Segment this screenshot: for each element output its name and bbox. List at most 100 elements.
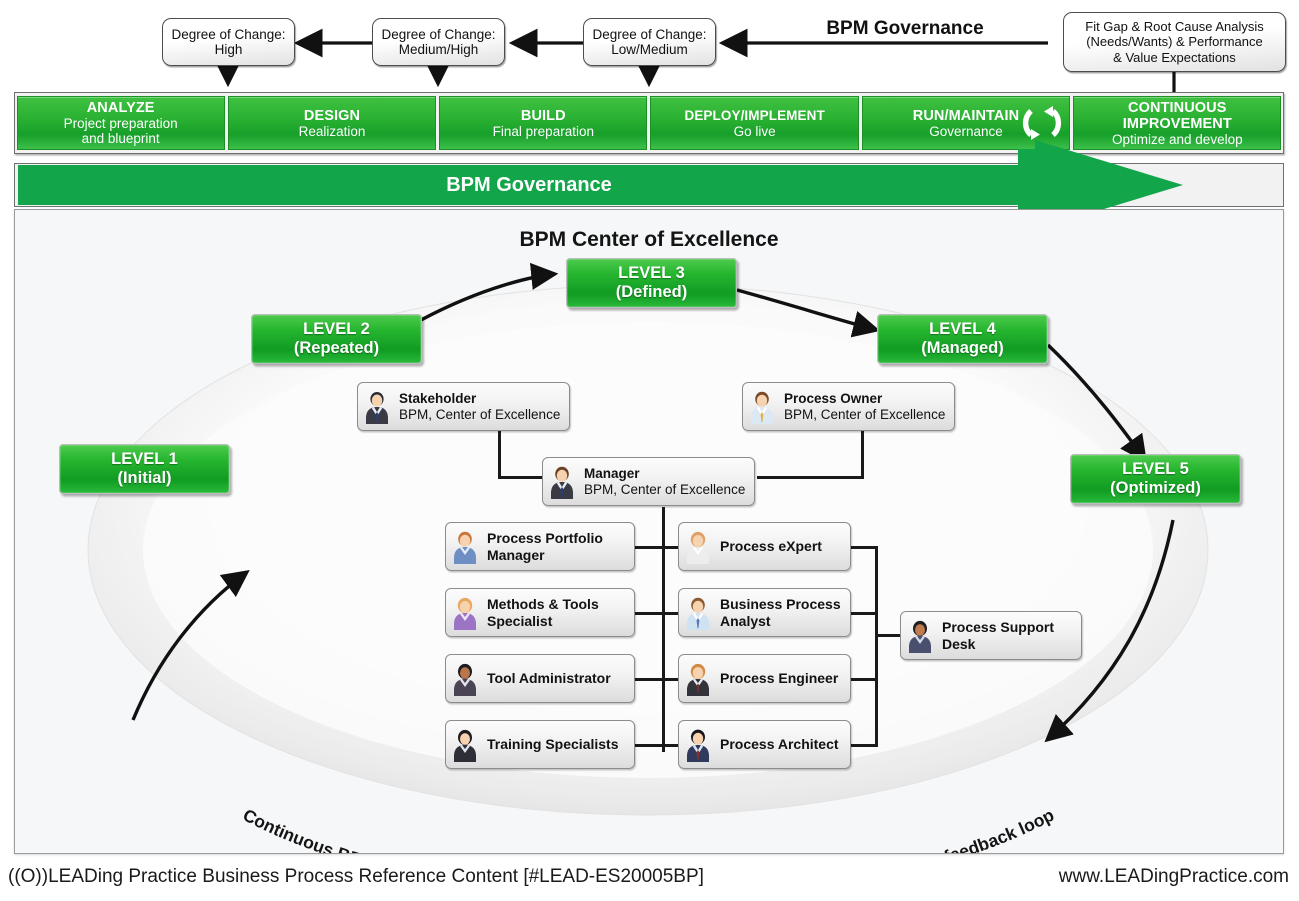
level-2-state: (Repeated) <box>293 339 380 357</box>
role-stakeholder-org: BPM, Center of Excellence <box>399 406 561 422</box>
role-stakeholder[interactable]: Stakeholder BPM, Center of Excellence <box>357 382 570 431</box>
phase-build-sub: Final preparation <box>492 123 594 139</box>
role-tool-administrator-name: Tool Administrator <box>487 670 611 686</box>
connector-spine-left-1 <box>635 546 665 549</box>
role-process-owner[interactable]: Process Owner BPM, Center of Excellence <box>742 382 955 431</box>
role-process-owner-org: BPM, Center of Excellence <box>784 406 946 422</box>
avatar-training-specialists <box>450 728 480 762</box>
footer-left-text: ((O))LEADing Practice Business Process R… <box>8 866 704 887</box>
level-4-state: (Managed) <box>921 339 1004 357</box>
degree-of-change-medium-high-box: Degree of Change: Medium/High <box>372 18 505 66</box>
role-process-expert[interactable]: Process eXpert <box>678 522 851 571</box>
connector-manager-spine <box>662 507 665 752</box>
phase-deploy-sub: Go live <box>733 123 776 139</box>
role-methods-tools-specialist[interactable]: Methods & Tools Specialist <box>445 588 635 637</box>
phase-analyze-sub: Project preparation and blueprint <box>63 116 178 146</box>
phase-run-title: RUN/MAINTAIN <box>912 107 1020 124</box>
role-process-engineer-name: Process Engineer <box>720 670 839 686</box>
degree-mh-line1: Degree of Change: <box>381 26 496 42</box>
phase-analyze[interactable]: ANALYZE Project preparation and blueprint <box>16 96 225 150</box>
role-process-support-desk-name: Process Support Desk <box>942 618 1055 652</box>
role-process-architect-name: Process Architect <box>720 736 839 752</box>
phase-build[interactable]: BUILD Final preparation <box>439 96 648 150</box>
connector-support-bus <box>875 546 878 747</box>
bpm-governance-banner-label: BPM Governance <box>446 173 612 196</box>
level-2-box[interactable]: LEVEL 2 (Repeated) <box>251 314 422 364</box>
degree-high-line1: Degree of Change: <box>171 26 286 42</box>
level-5-box[interactable]: LEVEL 5 (Optimized) <box>1070 454 1241 504</box>
connector-stakeholder-down <box>498 431 501 478</box>
level-3-state: (Defined) <box>615 283 688 301</box>
level-1-state: (Initial) <box>117 469 172 487</box>
fit-gap-line3: & Value Expectations <box>1113 49 1236 65</box>
role-manager-text: Manager BPM, Center of Excellence <box>584 466 745 498</box>
connector-spine-left-2 <box>635 612 665 615</box>
role-process-engineer[interactable]: Process Engineer <box>678 654 851 703</box>
role-stakeholder-name: Stakeholder <box>399 390 477 406</box>
phase-build-title: BUILD <box>520 107 566 124</box>
degree-mh-line2: Medium/High <box>398 42 479 57</box>
level-3-number: LEVEL 3 <box>618 264 685 282</box>
phase-deploy-title: DEPLOY/IMPLEMENT <box>684 107 825 123</box>
fit-gap-line2: (Needs/Wants) & Performance <box>1086 34 1263 50</box>
governance-arrow-label: BPM Governance <box>826 18 984 39</box>
avatar-process-expert <box>683 530 713 564</box>
fit-gap-line1: Fit Gap & Root Cause Analysis <box>1085 18 1264 34</box>
role-process-architect[interactable]: Process Architect <box>678 720 851 769</box>
level-1-number: LEVEL 1 <box>111 450 178 468</box>
phase-analyze-title: ANALYZE <box>86 100 155 116</box>
avatar-process-support-desk <box>905 619 935 653</box>
degree-lm-line1: Degree of Change: <box>592 26 707 42</box>
level-5-number: LEVEL 5 <box>1122 460 1189 478</box>
role-tool-administrator[interactable]: Tool Administrator <box>445 654 635 703</box>
footer-right-text: www.LEADingPractice.com <box>1058 866 1289 887</box>
role-business-process-analyst-name: Business Process Analyst <box>720 595 841 629</box>
role-process-expert-name: Process eXpert <box>720 538 822 554</box>
degree-of-change-high-box: Degree of Change: High <box>162 18 295 66</box>
degree-lm-line2: Low/Medium <box>611 42 688 57</box>
phase-deploy-implement[interactable]: DEPLOY/IMPLEMENT Go live <box>650 96 859 150</box>
avatar-process-engineer <box>683 662 713 696</box>
degree-high-line2: High <box>214 42 243 57</box>
phase-design[interactable]: DESIGN Realization <box>227 96 437 150</box>
connector-owner-manager <box>757 476 864 479</box>
role-manager[interactable]: Manager BPM, Center of Excellence <box>542 457 755 506</box>
role-process-portfolio-manager-name: Process Portfolio Manager <box>487 529 603 563</box>
fit-gap-root-cause-box: Fit Gap & Root Cause Analysis (Needs/Wan… <box>1063 12 1286 72</box>
role-manager-org: BPM, Center of Excellence <box>584 481 746 497</box>
level-1-box[interactable]: LEVEL 1 (Initial) <box>59 444 230 494</box>
role-stakeholder-text: Stakeholder BPM, Center of Excellence <box>399 391 560 423</box>
connector-spine-left-4 <box>635 744 665 747</box>
role-methods-tools-specialist-name: Methods & Tools Specialist <box>487 595 599 629</box>
level-2-number: LEVEL 2 <box>303 320 370 338</box>
avatar-stakeholder <box>362 390 392 424</box>
level-4-box[interactable]: LEVEL 4 (Managed) <box>877 314 1048 364</box>
connector-right-bus-2 <box>851 612 878 615</box>
level-3-box[interactable]: LEVEL 3 (Defined) <box>566 258 737 308</box>
connector-right-bus-4 <box>851 744 878 747</box>
role-training-specialists[interactable]: Training Specialists <box>445 720 635 769</box>
avatar-manager <box>547 465 577 499</box>
avatar-process-architect <box>683 728 713 762</box>
connector-right-bus-1 <box>851 546 878 549</box>
level-4-number: LEVEL 4 <box>929 320 996 338</box>
avatar-tool-administrator <box>450 662 480 696</box>
connector-bus-support-desk <box>875 634 903 637</box>
connector-owner-down <box>861 431 864 478</box>
phase-run-sub: Governance <box>929 123 1003 139</box>
role-training-specialists-name: Training Specialists <box>487 736 619 752</box>
role-process-support-desk[interactable]: Process Support Desk <box>900 611 1082 660</box>
connector-right-bus-3 <box>851 678 878 681</box>
bpm-coe-panel: BPM Center of Excellence Continuous BPM … <box>14 209 1284 854</box>
phase-design-sub: Realization <box>298 123 366 139</box>
role-process-portfolio-manager[interactable]: Process Portfolio Manager <box>445 522 635 571</box>
avatar-process-portfolio-manager <box>450 530 480 564</box>
role-manager-name: Manager <box>584 465 640 481</box>
phase-design-title: DESIGN <box>303 107 361 124</box>
role-process-owner-text: Process Owner BPM, Center of Excellence <box>784 391 945 423</box>
avatar-process-owner <box>747 390 777 424</box>
role-process-owner-name: Process Owner <box>784 390 883 406</box>
role-business-process-analyst[interactable]: Business Process Analyst <box>678 588 851 637</box>
degree-of-change-low-medium-box: Degree of Change: Low/Medium <box>583 18 716 66</box>
connector-spine-left-3 <box>635 678 665 681</box>
